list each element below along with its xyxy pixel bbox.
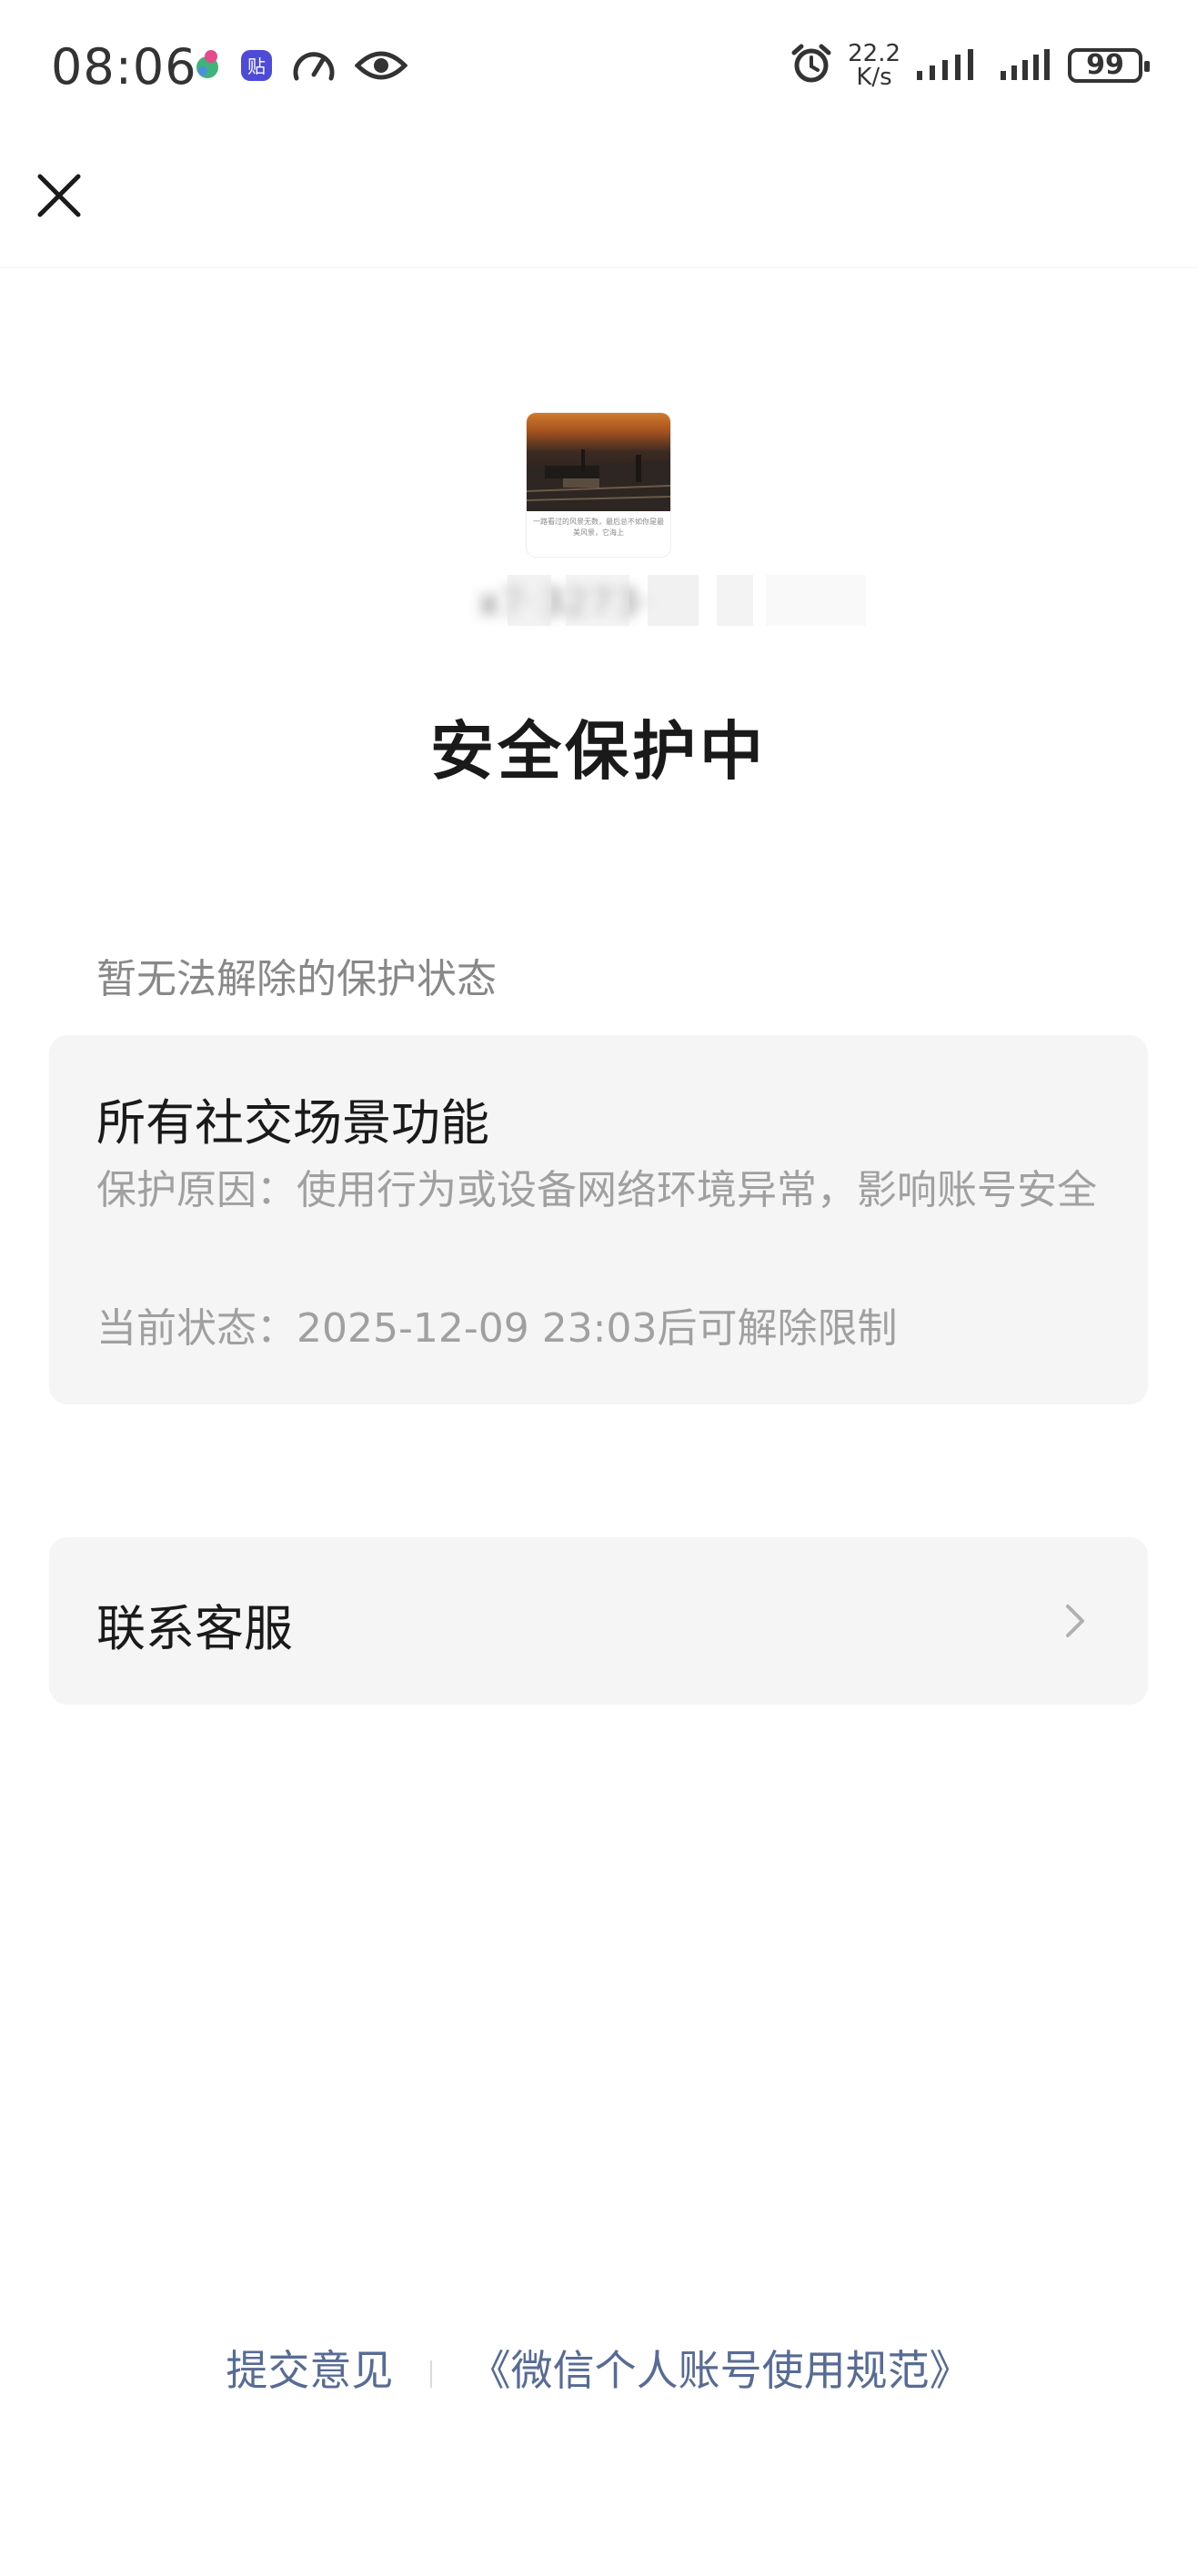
tieba-icon: 贴	[240, 49, 273, 86]
clock: 08:06	[51, 38, 197, 96]
eye-icon	[354, 47, 408, 87]
close-button[interactable]	[29, 166, 89, 226]
speedometer-icon	[291, 47, 337, 87]
footer-links: 提交意见 《微信个人账号使用规范》	[0, 2338, 1197, 2398]
account-name-redacted: x7·3273·	[478, 575, 888, 626]
battery-icon: 99	[1068, 48, 1150, 83]
status-bar-left-icons: 贴	[193, 47, 408, 87]
restriction-reason: 保护原因：使用行为或设备网络环境异常，影响账号安全	[96, 1167, 1097, 1213]
svg-text:贴: 贴	[247, 55, 266, 77]
mosaic-block	[566, 575, 629, 626]
app-notification-icon	[193, 47, 222, 87]
restriction-card: 所有社交场景功能 保护原因：使用行为或设备网络环境异常，影响账号安全 当前状态：…	[49, 1035, 1148, 1404]
avatar-caption: 一路看过的风景无数，最后总不如你是最美风景，它海上	[533, 518, 664, 537]
chevron-right-icon	[1066, 1605, 1084, 1637]
mosaic-block	[766, 575, 866, 626]
mosaic-block	[717, 575, 753, 626]
signal-1-icon	[915, 44, 984, 87]
restriction-title: 所有社交场景功能	[96, 1094, 489, 1152]
status-bar: 08:06 贴 22.2 K/s 99	[0, 0, 1197, 136]
feedback-link[interactable]: 提交意见	[226, 2346, 393, 2395]
network-speed: 22.2 K/s	[848, 40, 900, 91]
page-title: 安全保护中	[430, 714, 767, 789]
close-icon	[37, 174, 81, 217]
contact-support-row[interactable]: 联系客服	[49, 1537, 1148, 1705]
mosaic-block	[508, 575, 551, 626]
avatar: 一路看过的风景无数，最后总不如你是最美风景，它海上	[527, 413, 670, 557]
signal-2-icon	[999, 44, 1053, 87]
section-label: 暂无法解除的保护状态	[96, 956, 497, 1002]
restriction-status: 当前状态：2025-12-09 23:03后可解除限制	[96, 1305, 898, 1352]
status-bar-right-icons: 22.2 K/s 99	[790, 40, 1150, 91]
footer-divider	[430, 2360, 432, 2388]
alarm-icon	[790, 42, 833, 89]
avatar-photo	[527, 413, 670, 511]
account-rules-link[interactable]: 《微信个人账号使用规范》	[469, 2346, 971, 2395]
top-bar	[0, 136, 1197, 268]
contact-support-label: 联系客服	[96, 1600, 293, 1657]
mosaic-block	[648, 575, 699, 626]
